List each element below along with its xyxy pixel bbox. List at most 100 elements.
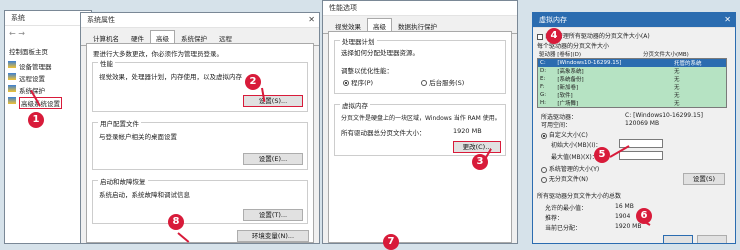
programs-radio[interactable]: [343, 80, 349, 86]
step-marker-3: 3: [472, 154, 488, 170]
startup-recovery-title: 启动和故障恢复: [98, 176, 148, 186]
no-paging-option[interactable]: 无分页文件(N): [541, 174, 588, 183]
step-marker-1: 1: [28, 112, 44, 128]
custom-size-radio[interactable]: [541, 132, 547, 139]
close-icon[interactable]: ✕: [724, 13, 731, 27]
step-marker-7: 7: [383, 234, 399, 250]
services-radio[interactable]: [421, 80, 427, 86]
shield-icon: [8, 61, 16, 68]
initial-size-label: 初始大小(MB)(I)：: [551, 142, 602, 149]
nav-device-manager[interactable]: 设备管理器: [19, 61, 52, 71]
performance-desc: 视觉效果，处理器计划，内存使用，以及虚拟内存: [99, 73, 242, 81]
startup-recovery-desc: 系统启动，系统故障和调试信息: [99, 191, 190, 199]
table-row[interactable]: D: [高象系统] 无: [538, 67, 726, 75]
processor-scheduling-title: 处理器计划: [340, 36, 377, 46]
services-option[interactable]: 后台服务(S): [421, 77, 464, 87]
min-allowed-value: 16 MB: [615, 203, 634, 210]
performance-options-window: 性能选项 视觉效果 高级 数据执行保护 处理器计划 选择如何分配处理器资源。 调…: [322, 0, 518, 244]
drive-label: [系统备份]: [557, 77, 584, 83]
admin-notice: 要进行大多数更改，你必须作为管理员登录。: [93, 50, 223, 58]
environment-variables-button[interactable]: 环境变量(N)...: [237, 230, 309, 242]
no-paging-radio[interactable]: [541, 176, 547, 183]
vm-change-button[interactable]: 更改(C)...: [453, 141, 501, 153]
currently-allocated-value: 1920 MB: [615, 223, 642, 230]
performance-options-title: 性能选项: [329, 4, 357, 12]
performance-title: 性能: [98, 58, 115, 68]
table-row[interactable]: G: [软件] 无: [538, 91, 726, 99]
drive-letter: H:: [540, 100, 546, 106]
min-allowed-label: 允许的最小值：: [545, 205, 588, 212]
free-space-value: 120069 MB: [625, 120, 660, 127]
virtual-memory-title: 虚拟内存: [539, 16, 567, 24]
drive-letter: E:: [540, 76, 546, 82]
no-paging-label: 无分页文件(N): [548, 176, 589, 183]
system-managed-radio[interactable]: [541, 166, 547, 173]
shield-icon: [8, 97, 16, 104]
nav-arrows: ← →: [9, 29, 25, 38]
performance-options-titlebar: 性能选项: [323, 1, 517, 16]
table-row[interactable]: E: [系统备份] 无: [538, 75, 726, 83]
system-window: 系统 ← → 控制面板主页 设备管理器 远程设置 系统保护 高级系统设置: [4, 10, 92, 244]
currently-allocated-label: 当前已分配：: [545, 225, 582, 232]
drive-label: [Windows10-16299.15]: [557, 60, 622, 66]
step-marker-8: 8: [168, 214, 184, 230]
ok-button[interactable]: [663, 235, 693, 243]
drive-size: 无: [673, 93, 680, 99]
nav-remote-settings[interactable]: 远程设置: [19, 73, 45, 83]
table-row[interactable]: H: [广场舞] 无: [538, 99, 726, 107]
recommended-label: 推荐：: [545, 215, 564, 222]
system-managed-option[interactable]: 系统管理的大小(Y): [541, 164, 599, 173]
startup-recovery-settings-button[interactable]: 设置(T)...: [243, 209, 303, 221]
virtual-memory-group: 虚拟内存 分页文件是硬盘上的一块区域，Windows 当作 RAM 使用。 所有…: [334, 100, 506, 156]
table-row[interactable]: F: [新加卷] 无: [538, 83, 726, 91]
system-managed-label: 系统管理的大小(Y): [548, 166, 600, 173]
cancel-button[interactable]: [697, 235, 727, 243]
col-size-header: 分页文件大小(MB): [643, 52, 689, 58]
table-row[interactable]: C: [Windows10-16299.15] 托管的系统: [538, 59, 726, 67]
performance-group: 性能 视觉效果，处理器计划，内存使用，以及虚拟内存 设置(S)...: [92, 58, 308, 112]
drive-letter: F:: [540, 84, 545, 90]
drive-size: 无: [673, 77, 680, 83]
vm-total-value: 1920 MB: [453, 127, 482, 135]
drive-size: 无: [673, 69, 680, 75]
max-size-input[interactable]: [619, 151, 663, 160]
user-profiles-title: 用户配置文件: [98, 118, 141, 128]
per-drive-label: 每个驱动器的分页文件大小: [537, 43, 610, 50]
step-marker-4: 4: [546, 28, 562, 44]
system-properties-titlebar: 系统属性 ✕: [81, 13, 319, 28]
shield-icon: [8, 85, 16, 92]
shield-icon: [8, 73, 16, 80]
drive-label: [软件]: [557, 93, 573, 99]
total-title: 所有驱动器分页文件大小的总数: [537, 193, 622, 200]
custom-size-option[interactable]: 自定义大小(C): [541, 130, 588, 139]
system-window-titlebar: 系统: [5, 11, 91, 26]
startup-recovery-group: 启动和故障恢复 系统启动，系统故障和调试信息 设置(T)...: [92, 176, 308, 224]
drive-letter: C:: [540, 60, 546, 66]
programs-option[interactable]: 程序(P): [343, 77, 373, 87]
step-marker-6: 6: [636, 208, 652, 224]
step-marker-2: 2: [245, 74, 261, 90]
user-profiles-settings-button[interactable]: 设置(E)...: [243, 153, 303, 165]
recommended-value: 1904: [615, 213, 631, 220]
close-icon[interactable]: ✕: [308, 13, 315, 27]
drive-label: [新加卷]: [557, 85, 579, 91]
nav-advanced-system-settings[interactable]: 高级系统设置: [19, 97, 62, 109]
custom-size-label: 自定义大小(C): [548, 132, 588, 139]
selected-drive-value: C: [Windows10-16299.15]: [625, 112, 704, 119]
auto-manage-checkbox[interactable]: [537, 33, 543, 40]
perf-advanced-panel: 处理器计划 选择如何分配处理器资源。 调整以优化性能： 程序(P) 后台服务(S…: [328, 31, 512, 243]
set-button[interactable]: 设置(S): [683, 173, 725, 185]
virtual-memory-window: 虚拟内存 ✕ 自动管理所有驱动器的分页文件大小(A) 每个驱动器的分页文件大小 …: [532, 12, 736, 244]
processor-scheduling-group: 处理器计划 选择如何分配处理器资源。 调整以优化性能： 程序(P) 后台服务(S…: [334, 36, 506, 94]
nav-control-panel-home[interactable]: 控制面板主页: [9, 46, 48, 56]
drive-size: 无: [673, 85, 680, 91]
drive-size: 无: [673, 101, 680, 107]
performance-settings-button[interactable]: 设置(S)...: [243, 95, 303, 107]
drive-letter: G:: [540, 92, 547, 98]
system-properties-title: 系统属性: [87, 16, 115, 24]
virtual-memory-desc: 分页文件是硬盘上的一块区域，Windows 当作 RAM 使用。: [341, 115, 501, 122]
user-profiles-group: 用户配置文件 与登录帐户相关的桌面设置 设置(E)...: [92, 118, 308, 170]
drive-label: [高象系统]: [557, 69, 584, 75]
drive-list[interactable]: C: [Windows10-16299.15] 托管的系统 D: [高象系统] 无 E:…: [537, 58, 727, 108]
processor-scheduling-desc: 选择如何分配处理器资源。: [341, 49, 419, 57]
